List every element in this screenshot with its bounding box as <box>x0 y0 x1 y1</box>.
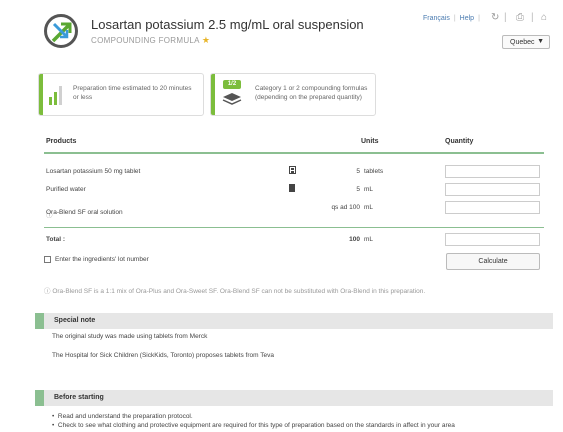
special-note-header: Special note <box>35 313 553 329</box>
table-row: Ora-Blend SF oral solution ⓘ qs ad 100 m… <box>44 199 544 219</box>
footnote: ⓘ Ora-Blend SF is a 1:1 mix of Ora-Plus … <box>44 288 426 295</box>
col-quantity: Quantity <box>445 138 474 145</box>
product-name: Losartan potassium 50 mg tablet <box>46 168 141 175</box>
home-icon[interactable]: ⌂ <box>541 12 547 23</box>
lot-number-label[interactable]: Enter the ingredients' lot number <box>55 256 149 263</box>
logo-icon <box>44 14 78 48</box>
product-name: Purified water <box>46 186 86 193</box>
product-unit: mL <box>364 186 374 193</box>
product-unit: tablets <box>364 168 384 175</box>
before-starting-title: Before starting <box>54 394 104 401</box>
product-unit: mL <box>364 204 374 211</box>
col-products: Products <box>46 138 77 145</box>
before-starting-header: Before starting <box>35 390 553 406</box>
info-icon[interactable]: ⓘ <box>46 209 53 219</box>
total-label: Total : <box>46 236 66 243</box>
total-unit: mL <box>364 236 374 243</box>
header: Losartan potassium 2.5 mg/mL oral suspen… <box>0 0 563 60</box>
quantity-input[interactable] <box>445 201 540 214</box>
product-amount: qs ad 100 <box>331 204 360 211</box>
total-amount: 100 <box>349 236 360 243</box>
table-header: Products Units Quantity <box>44 134 544 154</box>
language-link[interactable]: Français <box>423 15 450 22</box>
quantity-input[interactable] <box>445 165 540 178</box>
col-units: Units <box>361 138 379 145</box>
refresh-icon[interactable]: ↻ <box>491 12 499 23</box>
list-item: • Check to see what clothing and protect… <box>52 422 455 429</box>
time-bars-icon <box>49 86 62 105</box>
favorite-star-icon[interactable]: ★ <box>202 35 210 45</box>
special-note-title: Special note <box>54 317 96 324</box>
divider <box>44 227 544 228</box>
prep-time-text: Preparation time estimated to 20 minutes… <box>73 85 192 101</box>
page-subtitle: COMPOUNDING FORMULA ★ <box>91 35 211 45</box>
print-icon[interactable]: ⎙ <box>516 12 524 23</box>
category-icon: 1/2 <box>221 80 243 108</box>
top-links: Français | Help | <box>423 15 480 22</box>
chevron-down-icon: ▼ <box>537 38 544 45</box>
lot-number-checkbox[interactable] <box>44 256 51 263</box>
document-icon <box>289 184 295 192</box>
product-amount: 5 <box>356 168 360 175</box>
list-item: • Read and understand the preparation pr… <box>52 413 193 420</box>
category-box: 1/2 Category 1 or 2 compounding formulas… <box>210 73 376 116</box>
special-note-line: The Hospital for Sick Children (SickKids… <box>52 352 274 359</box>
category-badge: 1/2 <box>223 80 241 89</box>
total-row: Total : 100 mL <box>44 231 544 249</box>
total-quantity-input[interactable] <box>445 233 540 246</box>
region-select-value: Quebec <box>510 39 535 46</box>
page-title: Losartan potassium 2.5 mg/mL oral suspen… <box>91 17 364 32</box>
region-select[interactable]: Quebec ▼ <box>502 35 550 49</box>
calculate-button[interactable]: Calculate <box>446 253 540 270</box>
tablet-pack-icon <box>289 166 296 174</box>
special-note-line: The original study was made using tablet… <box>52 333 208 340</box>
category-text: Category 1 or 2 compounding formulas (de… <box>255 85 368 101</box>
quantity-input[interactable] <box>445 183 540 196</box>
table-row: Losartan potassium 50 mg tablet 5 tablet… <box>44 163 544 181</box>
help-link[interactable]: Help <box>460 15 474 22</box>
product-amount: 5 <box>356 186 360 193</box>
prep-time-box: Preparation time estimated to 20 minutes… <box>38 73 204 116</box>
table-row: Purified water 5 mL <box>44 181 544 199</box>
